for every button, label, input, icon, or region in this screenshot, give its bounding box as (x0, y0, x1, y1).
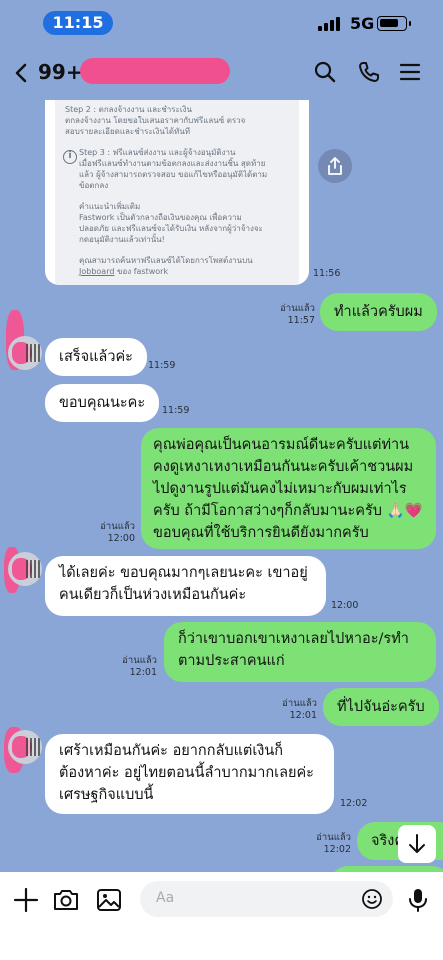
info-icon: i (63, 150, 77, 164)
card-step2: Step 2 : ตกลงจ้างงาน และชำระเงิน ตกลงจ้า… (65, 105, 246, 136)
chevron-left-icon (15, 63, 27, 83)
card-footer-suffix: ของ fastwork (114, 267, 169, 276)
avatar[interactable] (8, 552, 42, 586)
outgoing-message[interactable]: คุณพ่อคุณเป็นคนอารมณ์ดีนะครับแต่ท่านคงดู… (141, 428, 436, 549)
card-footer-prefix: คุณสามารถค้นหาฟรีแลนซ์ได้โดยการโพสต์งานบ… (79, 256, 253, 265)
outgoing-message[interactable]: ก็ว่าเขาบอกเขาเหงาเลยไปหาอะ/รทำตามประสาค… (164, 622, 436, 682)
signal-icon (318, 17, 340, 31)
chat-header: 99+ (0, 44, 443, 100)
card-advice: คำแนะนำเพิ่มเติม Fastwork เป็นตัวกลางถือ… (79, 202, 263, 244)
camera-icon[interactable] (52, 886, 80, 914)
card-step3: Step 3 : ฟรีแลนซ์ส่งงาน และผู้จ้างอนุมัต… (79, 148, 268, 190)
share-button[interactable] (318, 149, 352, 183)
outgoing-message[interactable]: ทำแล้วครับผม (320, 293, 437, 331)
read-receipt: อ่านแล้ว 11:57 (280, 303, 315, 326)
jobboard-link[interactable]: Jobboard (79, 267, 114, 276)
fastwork-info-card[interactable]: Step 2 : ตกลงจ้างงาน และชำระเงิน ตกลงจ้า… (45, 100, 309, 285)
incoming-message[interactable]: เศร้าเหมือนกันค่ะ อยากกลับแต่เงินก็ต้องห… (45, 734, 334, 814)
network-type: 5G (350, 14, 375, 33)
card-timestamp: 11:56 (313, 268, 341, 279)
search-icon[interactable] (313, 60, 337, 84)
card-footer: คุณสามารถค้นหาฟรีแลนซ์ได้โดยการโพสต์งานบ… (65, 255, 289, 277)
arrow-down-icon (409, 834, 425, 853)
message-timestamp: 12:02 (340, 798, 368, 809)
outgoing-message[interactable]: ที่ไปจันอ่ะครับ (323, 688, 439, 726)
message-input[interactable]: Aa (140, 881, 393, 917)
chat-area[interactable]: Step 2 : ตกลงจ้างงาน และชำระเงิน ตกลงจ้า… (0, 100, 443, 872)
scroll-to-bottom-button[interactable] (398, 825, 436, 863)
contact-name-redacted[interactable] (80, 58, 230, 84)
message-input-bar: Aa (0, 872, 443, 960)
message-timestamp: 11:59 (148, 360, 176, 371)
message-timestamp: 12:00 (331, 600, 359, 611)
incoming-message[interactable]: เสร็จแล้วค่ะ (45, 338, 147, 376)
incoming-message[interactable]: ขอบคุณนะคะ (45, 384, 160, 422)
read-receipt: อ่านแล้ว 12:01 (122, 655, 157, 678)
image-icon[interactable] (95, 886, 123, 914)
read-receipt: อ่านแล้ว 12:00 (100, 521, 135, 544)
share-icon (328, 157, 342, 175)
battery-icon (377, 16, 411, 31)
phone-icon[interactable] (357, 60, 381, 84)
back-button[interactable]: 99+ (14, 58, 83, 86)
plus-icon[interactable] (12, 886, 40, 914)
read-receipt: อ่านแล้ว 12:02 (316, 832, 351, 855)
input-placeholder: Aa (156, 890, 175, 906)
unread-count: 99+ (38, 60, 83, 84)
message-timestamp: 11:59 (162, 405, 190, 416)
hamburger-menu-icon[interactable] (398, 60, 422, 84)
avatar[interactable] (8, 730, 42, 764)
status-time: 11:15 (43, 11, 113, 35)
microphone-icon[interactable] (404, 886, 432, 914)
read-receipt: อ่านแล้ว 12:01 (282, 698, 317, 721)
status-bar: 11:15 5G (0, 0, 443, 44)
battery-level (380, 19, 398, 27)
avatar[interactable] (8, 336, 42, 370)
emoji-icon[interactable] (361, 888, 383, 910)
incoming-message[interactable]: ได้เลยค่ะ ขอบคุณมากๆเลยนะคะ เขาอยู่คนเดี… (45, 556, 326, 616)
